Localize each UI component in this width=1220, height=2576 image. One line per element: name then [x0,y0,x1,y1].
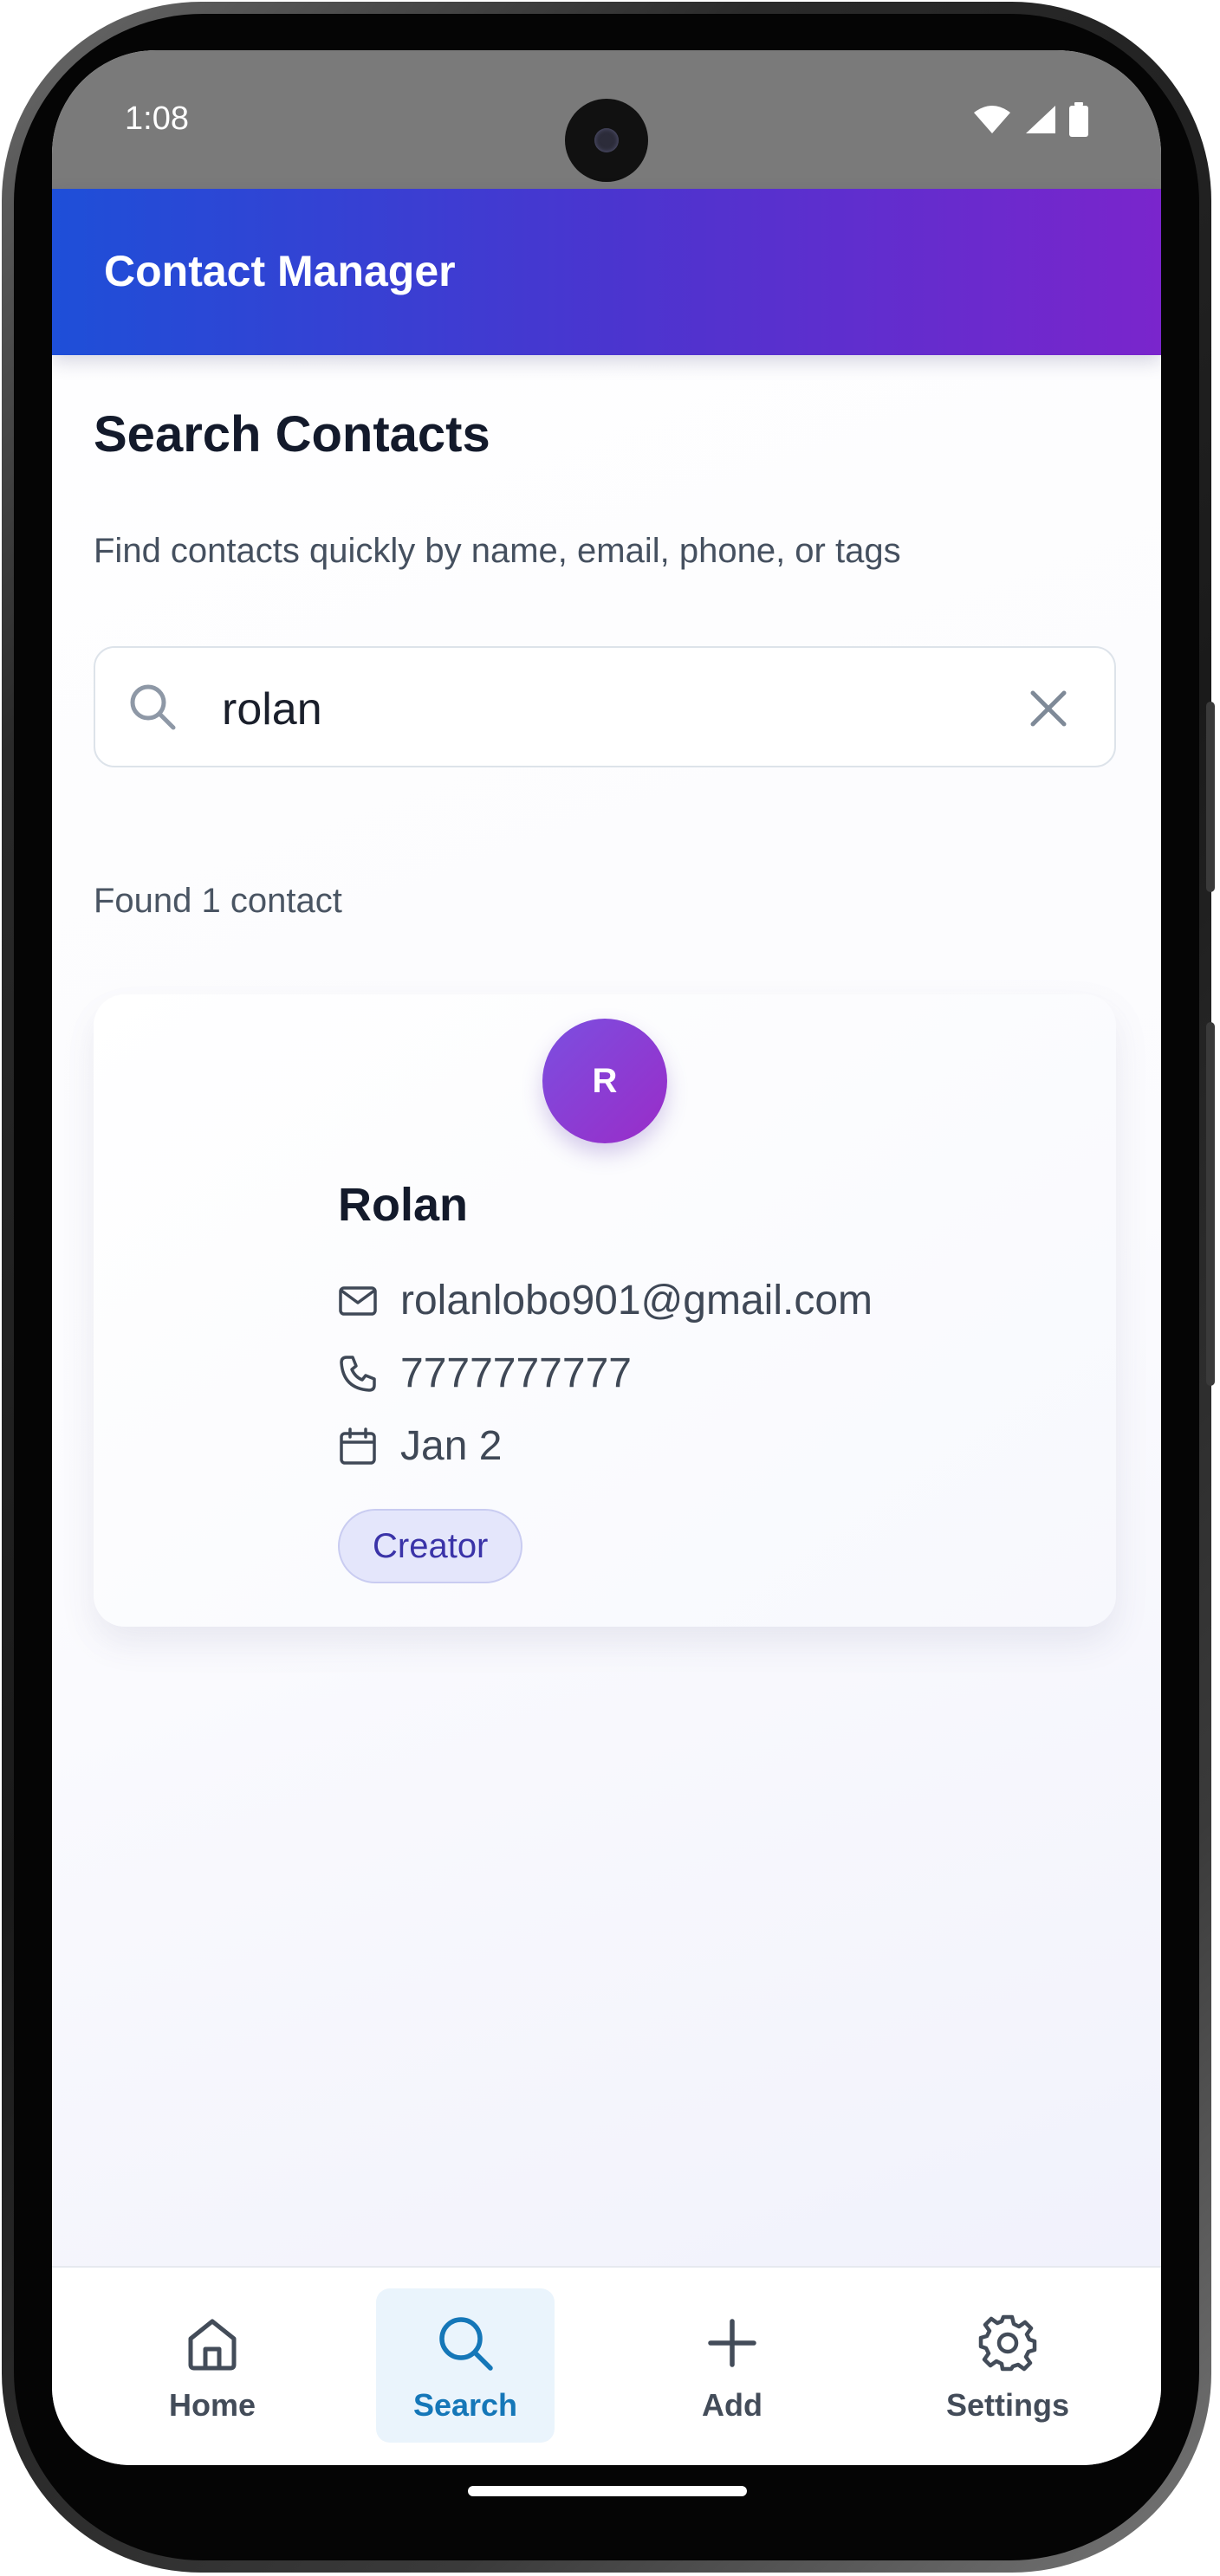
wifi-icon [974,106,1010,133]
contact-date-row: Jan 2 [338,1422,502,1470]
front-camera [565,99,648,182]
bottom-nav: Home Search Add Settings [52,2266,1161,2465]
nav-search[interactable]: Search [376,2288,555,2443]
close-icon [1030,690,1067,727]
contact-email-row: rolanlobo901@gmail.com [338,1277,873,1324]
app-title: Contact Manager [104,247,456,295]
contact-date: Jan 2 [400,1423,503,1469]
status-time: 1:08 [125,100,189,137]
contact-tag[interactable]: Creator [338,1509,523,1583]
app-bar: Contact Manager [52,189,1161,355]
gear-icon [978,2314,1037,2372]
nav-add[interactable]: Add [643,2288,821,2443]
result-count: Found 1 contact [94,882,342,920]
search-box[interactable] [94,646,1116,767]
status-bar: 1:08 [52,50,1161,189]
home-icon [188,2319,237,2371]
search-icon [439,2317,493,2371]
search-icon [127,681,178,737]
side-button [1206,1022,1215,1386]
battery-icon [1069,102,1088,137]
home-indicator[interactable] [468,2486,747,2496]
contact-phone: 7777777777 [400,1350,632,1396]
phone-icon [340,1355,376,1392]
clear-search-button[interactable] [1026,686,1071,731]
contact-card[interactable]: R Rolan rolanlobo901@gmail.com 777777777… [94,994,1116,1627]
status-icons [972,102,1088,137]
signal-icon [1026,106,1055,133]
plus-icon [708,2319,756,2367]
page-title: Search Contacts [94,406,490,463]
side-button [1206,702,1215,892]
nav-settings-label: Settings [945,2387,1069,2423]
page-subtitle: Find contacts quickly by name, email, ph… [94,532,901,570]
contact-phone-row: 7777777777 [338,1349,632,1397]
nav-home-label: Home [168,2387,256,2423]
search-input[interactable] [220,674,1003,745]
nav-home[interactable]: Home [123,2288,302,2443]
nav-search-label: Search [412,2387,518,2423]
nav-add-label: Add [702,2387,762,2423]
app-screen: 1:08 Contact Manager Search Contacts Fin… [52,50,1161,2465]
avatar: R [542,1019,667,1143]
mail-icon [339,1285,377,1316]
contact-name: Rolan [338,1179,469,1231]
calendar-icon [340,1427,376,1465]
nav-settings[interactable]: Settings [918,2288,1097,2443]
contact-email: rolanlobo901@gmail.com [400,1278,873,1324]
